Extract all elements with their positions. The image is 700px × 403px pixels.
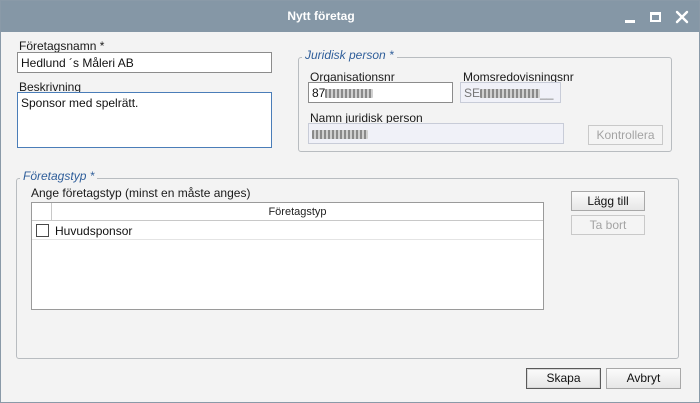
company-type-grid: Företagstyp Huvudsponsor [31,202,544,310]
vat-nr-prefix: SE [464,86,481,100]
maximize-button[interactable] [647,8,665,26]
description-textarea[interactable]: Sponsor med spelrätt. [17,92,272,148]
org-nr-input[interactable]: 87 [308,82,453,103]
company-name-input[interactable]: Hedlund ´s Måleri AB [17,52,272,73]
cancel-button[interactable]: Avbryt [606,368,681,389]
redacted-vat-nr [480,89,541,99]
title-bar[interactable]: Nytt företag [1,1,699,32]
redacted-org-nr [325,89,374,99]
dialog-title: Nytt företag [287,9,355,23]
check-button[interactable]: Kontrollera [588,125,663,145]
minimize-icon [625,20,635,23]
grid-column-company-type[interactable]: Företagstyp [52,203,543,221]
company-type-group-title: Företagstyp * [20,169,98,183]
grid-select-column-header [32,203,52,221]
row-company-type: Huvudsponsor [55,224,133,238]
row-checkbox[interactable] [36,224,49,237]
table-row[interactable]: Huvudsponsor [32,222,543,240]
minimize-button[interactable] [621,8,639,26]
redacted-legal-name [312,130,368,140]
org-nr-value: 87 [312,86,326,100]
company-name-label: Företagsnamn * [19,39,105,53]
create-button[interactable]: Skapa [526,368,601,389]
maximize-icon [650,12,661,22]
new-company-dialog: Nytt företag Företagsnamn * Hedlund ´s M… [0,0,700,403]
close-icon [675,10,689,24]
grid-header: Företagstyp [32,203,543,221]
legal-entity-group-title: Juridisk person * [302,48,397,62]
vat-nr-input: SE __ [460,82,561,103]
add-button[interactable]: Lägg till [571,191,645,211]
close-button[interactable] [673,8,691,26]
vat-nr-suffix: __ [540,86,554,100]
company-type-instruction: Ange företagstyp (minst en måste anges) [31,186,251,200]
legal-name-input [308,123,564,144]
remove-button[interactable]: Ta bort [571,215,645,235]
